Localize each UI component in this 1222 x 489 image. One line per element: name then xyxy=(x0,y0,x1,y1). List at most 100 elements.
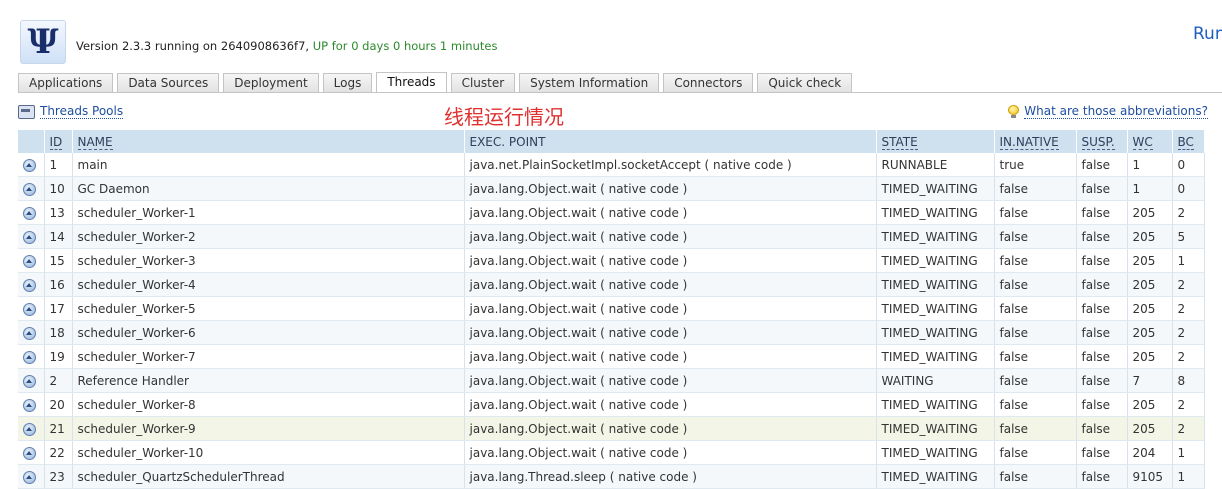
page-title: 线程运行情况 xyxy=(444,105,564,129)
expand-stack-icon[interactable] xyxy=(23,446,36,460)
cell-expand[interactable] xyxy=(18,344,45,369)
expand-stack-icon[interactable] xyxy=(23,230,36,244)
cell-expand[interactable] xyxy=(18,416,45,441)
header-wc[interactable]: WC xyxy=(1127,130,1173,153)
tab-system-information[interactable]: System Information xyxy=(519,73,660,92)
cell-name: scheduler_Worker-9 xyxy=(72,416,465,441)
expand-stack-icon[interactable] xyxy=(23,374,36,388)
cell-wc: 205 xyxy=(1127,248,1173,273)
cell-expand[interactable] xyxy=(18,392,45,417)
cell-expand[interactable] xyxy=(18,368,45,393)
cell-expand[interactable] xyxy=(18,224,45,249)
cell-bc: 2 xyxy=(1172,272,1205,297)
cell-susp: false xyxy=(1076,200,1128,225)
table-row[interactable]: 16 scheduler_Worker-4 java.lang.Object.wai… xyxy=(18,272,1205,297)
cell-in-native: false xyxy=(994,464,1077,489)
tab-cluster[interactable]: Cluster xyxy=(450,73,516,92)
table-row[interactable]: 20 scheduler_Worker-8 java.lang.Object.wai… xyxy=(18,392,1205,417)
cell-state: TIMED_WAITING xyxy=(876,344,995,369)
threads-pools-link[interactable]: Threads Pools xyxy=(40,104,124,119)
cell-expand[interactable] xyxy=(18,272,45,297)
cell-in-native: false xyxy=(994,416,1077,441)
cell-susp: false xyxy=(1076,272,1128,297)
cell-expand[interactable] xyxy=(18,200,45,225)
cell-name: scheduler_Worker-3 xyxy=(72,248,465,273)
cell-name: scheduler_Worker-10 xyxy=(72,440,465,465)
expand-stack-icon[interactable] xyxy=(23,350,36,364)
table-row[interactable]: 2 Reference Handler java.lang.Object.wait … xyxy=(18,368,1205,393)
tab-threads[interactable]: Threads xyxy=(376,72,447,93)
cell-susp: false xyxy=(1076,416,1128,441)
header-id[interactable]: ID xyxy=(44,130,73,153)
cell-susp: false xyxy=(1076,176,1128,201)
cell-name: scheduler_Worker-6 xyxy=(72,320,465,345)
tab-applications[interactable]: Applications xyxy=(18,73,114,92)
table-row[interactable]: 22 scheduler_Worker-10 java.lang.Object.wa… xyxy=(18,440,1205,465)
uptime-text: UP for 0 days 0 hours 1 minutes xyxy=(312,39,498,53)
header-state[interactable]: STATE xyxy=(876,130,995,153)
cell-bc: 2 xyxy=(1172,320,1205,345)
expand-stack-icon[interactable] xyxy=(23,326,36,340)
expand-stack-icon[interactable] xyxy=(23,278,36,292)
table-row[interactable]: 10 GC Daemon java.lang.Object.wait ( nativ… xyxy=(18,176,1205,201)
table-row[interactable]: 17 scheduler_Worker-5 java.lang.Object.wai… xyxy=(18,296,1205,321)
cell-expand[interactable] xyxy=(18,296,45,321)
cell-expand[interactable] xyxy=(18,440,45,465)
cell-name: scheduler_Worker-2 xyxy=(72,224,465,249)
threads-pools-control[interactable]: Threads Pools xyxy=(18,104,124,119)
expand-stack-icon[interactable] xyxy=(23,422,36,436)
header-name[interactable]: NAME xyxy=(72,130,465,153)
table-row[interactable]: 23 scheduler_QuartzSchedulerThread java.la… xyxy=(18,464,1205,489)
tab-quick-check[interactable]: Quick check xyxy=(757,73,853,92)
cell-wc: 9105 xyxy=(1127,464,1173,489)
tab-data-sources[interactable]: Data Sources xyxy=(117,73,220,92)
cell-expand[interactable] xyxy=(18,464,45,489)
cell-state: TIMED_WAITING xyxy=(876,416,995,441)
run-link[interactable]: Run xyxy=(1193,24,1222,44)
cell-wc: 205 xyxy=(1127,416,1173,441)
table-row[interactable]: 14 scheduler_Worker-2 java.lang.Object.wai… xyxy=(18,224,1205,249)
expand-stack-icon[interactable] xyxy=(23,302,36,316)
table-row[interactable]: 21 scheduler_Worker-9 java.lang.Object.wai… xyxy=(18,416,1205,441)
cell-name: scheduler_Worker-7 xyxy=(72,344,465,369)
tab-deployment[interactable]: Deployment xyxy=(223,73,319,92)
abbreviations-link[interactable]: What are those abbreviations? xyxy=(1024,104,1208,119)
table-row[interactable]: 1 main java.net.PlainSocketImpl.socketAcce… xyxy=(18,153,1205,177)
version-info: Version 2.3.3 running on 2640908636f7, U… xyxy=(76,39,497,53)
table-row[interactable]: 19 scheduler_Worker-7 java.lang.Object.wai… xyxy=(18,344,1205,369)
cell-name: GC Daemon xyxy=(72,176,465,201)
header-bc[interactable]: BC xyxy=(1172,130,1205,153)
cell-in-native: false xyxy=(994,272,1077,297)
expand-stack-icon[interactable] xyxy=(23,182,36,196)
cell-in-native: false xyxy=(994,320,1077,345)
header-exec-point[interactable]: EXEC. POINT xyxy=(464,130,877,153)
abbreviations-help[interactable]: What are those abbreviations? xyxy=(1008,104,1208,119)
expand-stack-icon[interactable] xyxy=(23,398,36,412)
cell-expand[interactable] xyxy=(18,248,45,273)
cell-expand[interactable] xyxy=(18,176,45,201)
header-susp[interactable]: SUSP. xyxy=(1076,130,1128,153)
cell-id: 16 xyxy=(44,272,73,297)
expand-stack-icon[interactable] xyxy=(23,470,36,484)
table-row[interactable]: 15 scheduler_Worker-3 java.lang.Object.wai… xyxy=(18,248,1205,273)
expand-stack-icon[interactable] xyxy=(23,254,36,268)
expand-stack-icon[interactable] xyxy=(23,206,36,220)
cell-exec-point: java.lang.Object.wait ( native code ) xyxy=(464,368,877,393)
table-row[interactable]: 13 scheduler_Worker-1 java.lang.Object.wai… xyxy=(18,200,1205,225)
cell-expand[interactable] xyxy=(18,153,45,177)
tab-logs[interactable]: Logs xyxy=(322,73,373,92)
cell-expand[interactable] xyxy=(18,320,45,345)
cell-id: 1 xyxy=(44,153,73,177)
cell-state: TIMED_WAITING xyxy=(876,272,995,297)
table-row[interactable]: 18 scheduler_Worker-6 java.lang.Object.wai… xyxy=(18,320,1205,345)
cell-id: 10 xyxy=(44,176,73,201)
tab-connectors[interactable]: Connectors xyxy=(663,73,754,92)
cell-name: scheduler_QuartzSchedulerThread xyxy=(72,464,465,489)
header-in-native[interactable]: IN.NATIVE xyxy=(994,130,1077,153)
cell-id: 21 xyxy=(44,416,73,441)
cell-bc: 0 xyxy=(1172,176,1205,201)
expand-stack-icon[interactable] xyxy=(23,158,36,172)
cell-susp: false xyxy=(1076,344,1128,369)
header-icon-col xyxy=(18,130,45,153)
cell-wc: 205 xyxy=(1127,224,1173,249)
